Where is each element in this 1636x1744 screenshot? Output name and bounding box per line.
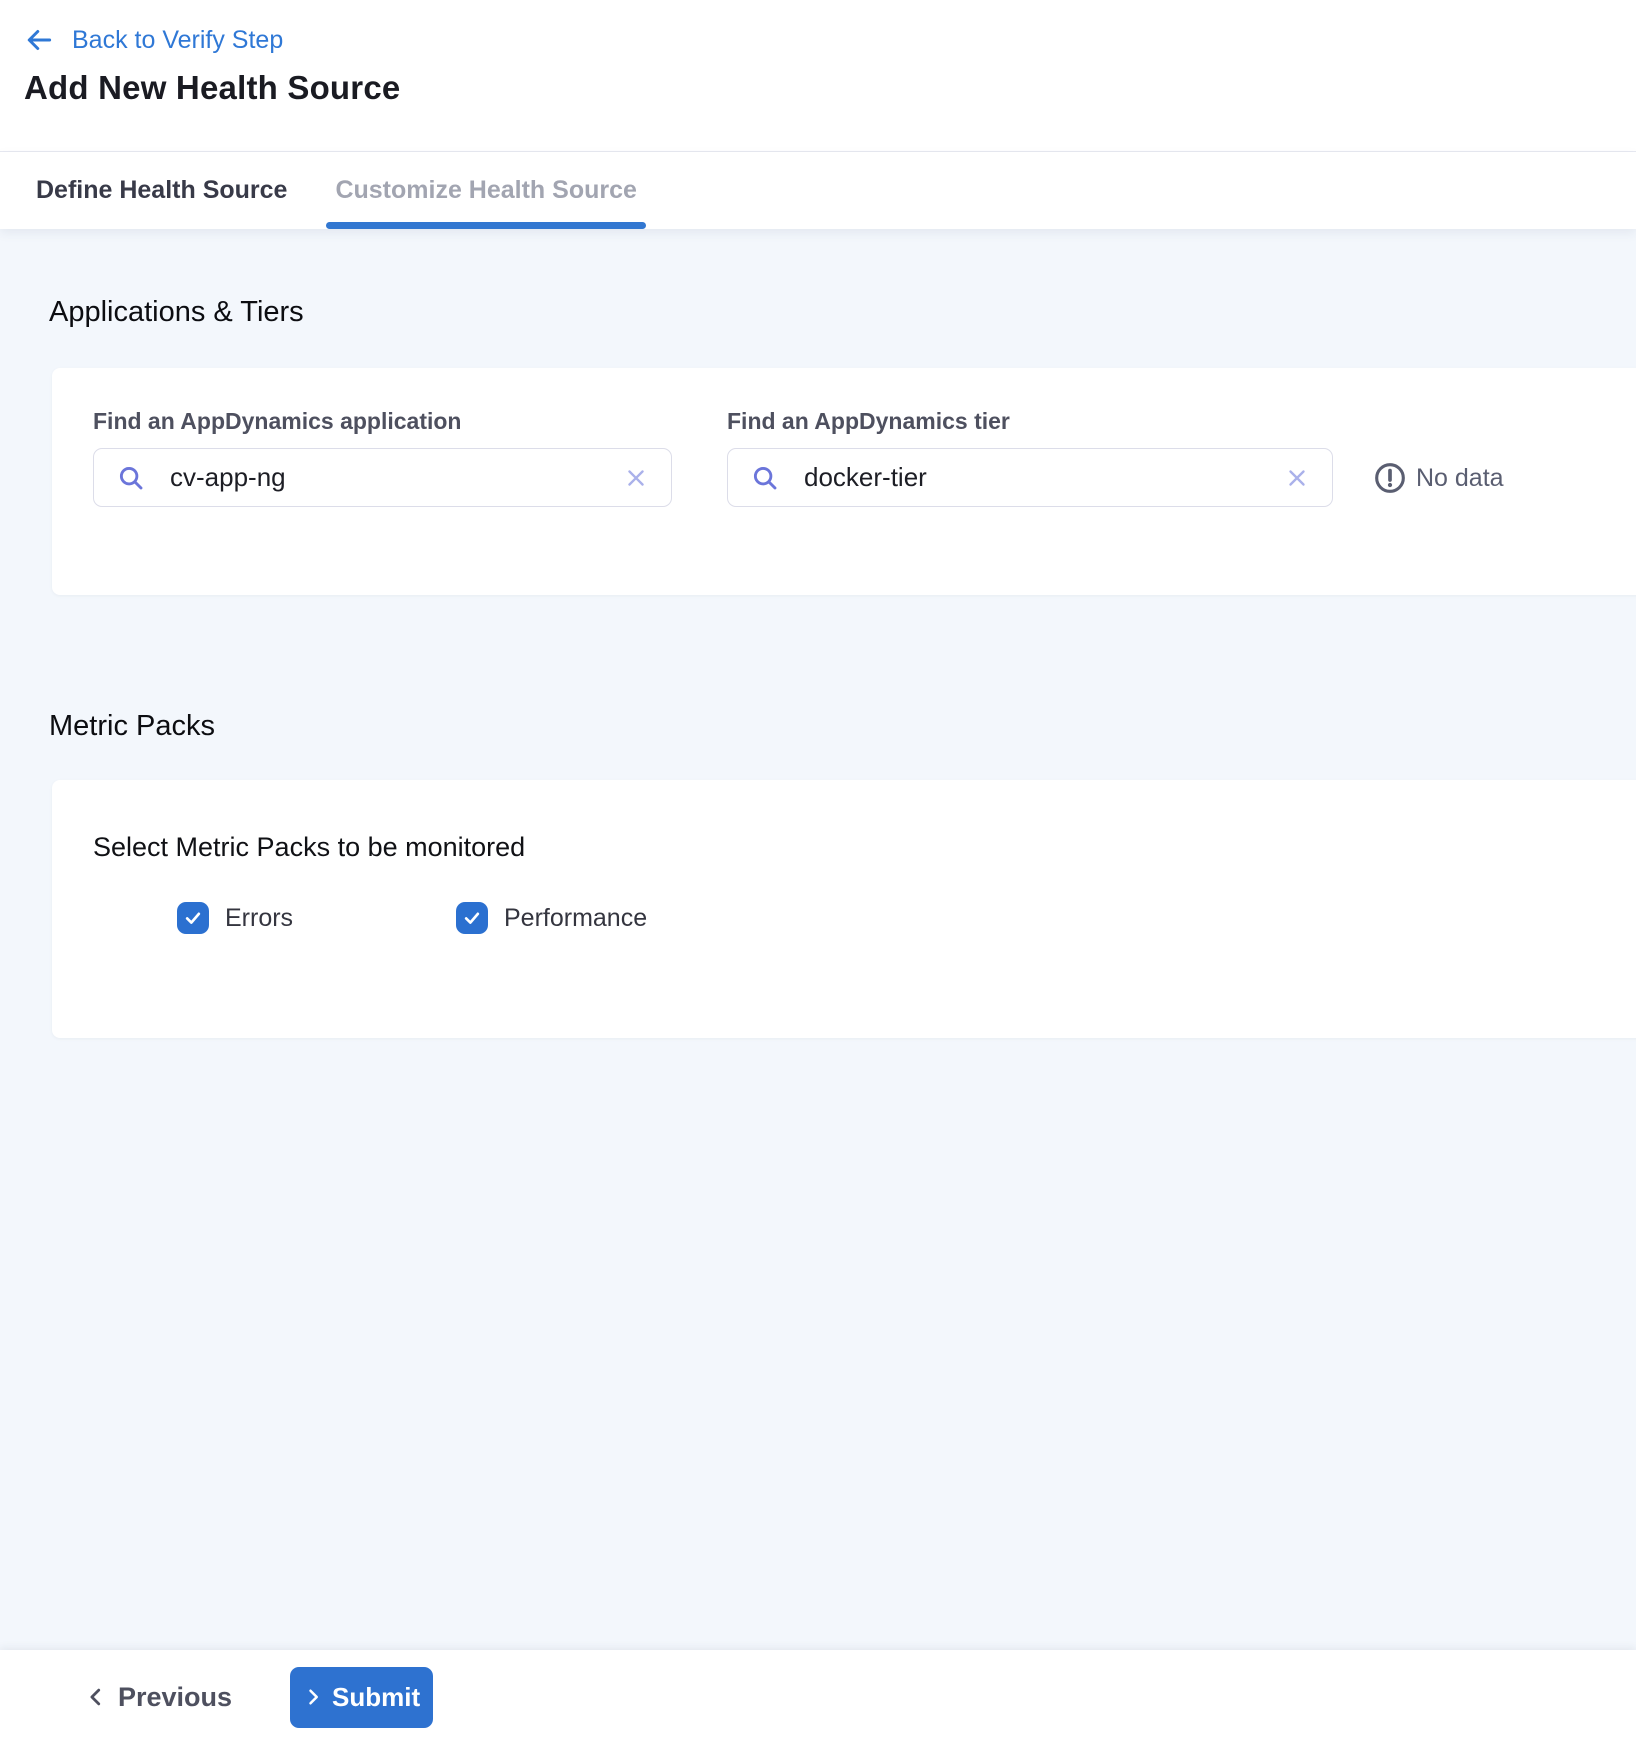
metric-packs-subheading: Select Metric Packs to be monitored bbox=[93, 830, 1610, 864]
metric-packs-card: Select Metric Packs to be monitored Erro… bbox=[52, 780, 1636, 1038]
previous-button-label: Previous bbox=[118, 1682, 232, 1713]
checkbox-performance[interactable]: Performance bbox=[456, 902, 735, 934]
metric-packs-heading: Metric Packs bbox=[49, 709, 1636, 743]
tier-field-label: Find an AppDynamics tier bbox=[727, 406, 1333, 436]
checkbox-errors[interactable]: Errors bbox=[177, 902, 456, 934]
no-data-status: No data bbox=[1373, 461, 1504, 495]
page-header: Back to Verify Step Add New Health Sourc… bbox=[0, 0, 1636, 152]
checkbox-errors-label: Errors bbox=[225, 904, 293, 933]
tier-search-box bbox=[727, 448, 1333, 507]
applications-tiers-heading: Applications & Tiers bbox=[49, 295, 1636, 329]
clear-application-icon[interactable] bbox=[621, 463, 651, 493]
application-field-label: Find an AppDynamics application bbox=[93, 406, 672, 436]
search-icon bbox=[750, 463, 780, 493]
application-search-box bbox=[93, 448, 672, 507]
application-field-group: Find an AppDynamics application bbox=[93, 406, 672, 507]
back-link-label: Back to Verify Step bbox=[72, 26, 283, 55]
tab-define-health-source[interactable]: Define Health Source bbox=[27, 152, 296, 229]
clear-tier-icon[interactable] bbox=[1282, 463, 1312, 493]
chevron-left-icon bbox=[85, 1686, 107, 1708]
previous-button[interactable]: Previous bbox=[85, 1682, 232, 1713]
health-source-tabbar: Define Health Source Customize Health So… bbox=[0, 152, 1636, 229]
checkbox-checked-icon bbox=[456, 902, 488, 934]
tier-field-group: Find an AppDynamics tier bbox=[727, 406, 1333, 507]
checkbox-performance-label: Performance bbox=[504, 904, 647, 933]
arrow-left-icon bbox=[24, 25, 54, 55]
page-title: Add New Health Source bbox=[24, 69, 1612, 107]
application-search-input[interactable] bbox=[170, 462, 609, 493]
tier-search-input[interactable] bbox=[804, 462, 1270, 493]
metric-packs-options: Errors Performance bbox=[93, 902, 1610, 934]
chevron-right-icon bbox=[303, 1687, 323, 1707]
back-to-verify-link[interactable]: Back to Verify Step bbox=[24, 24, 283, 56]
submit-button[interactable]: Submit bbox=[290, 1667, 433, 1728]
tab-customize-health-source[interactable]: Customize Health Source bbox=[326, 152, 645, 229]
wizard-footer: Previous Submit bbox=[0, 1650, 1636, 1744]
customize-health-source-panel: Applications & Tiers Find an AppDynamics… bbox=[0, 229, 1636, 1650]
checkbox-checked-icon bbox=[177, 902, 209, 934]
applications-tiers-card: Find an AppDynamics application Find an … bbox=[52, 368, 1636, 595]
exclamation-circle-icon bbox=[1373, 461, 1407, 495]
search-icon bbox=[116, 463, 146, 493]
submit-button-label: Submit bbox=[332, 1682, 420, 1713]
no-data-label: No data bbox=[1416, 464, 1504, 493]
